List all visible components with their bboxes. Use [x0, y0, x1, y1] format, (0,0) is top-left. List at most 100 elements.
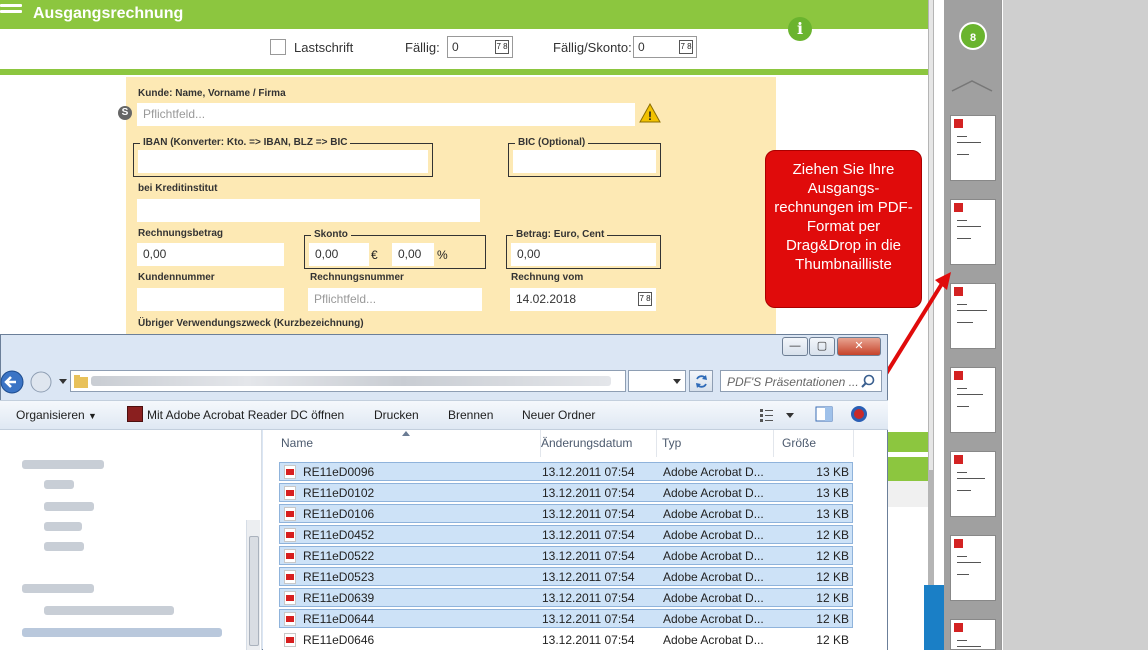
help-icon[interactable]	[850, 405, 868, 423]
file-size: 12 KB	[816, 528, 849, 542]
folder-icon	[74, 375, 88, 388]
search-input[interactable]: PDF'S Präsentationen ...	[720, 370, 882, 392]
file-name: RE11eD0646	[303, 633, 375, 647]
rechnungsbetrag-input[interactable]: 0,00	[137, 243, 284, 266]
pdf-file-icon	[284, 570, 296, 584]
rechnung-vom-label: Rechnung vom	[511, 272, 584, 283]
file-row[interactable]: RE11eD0644 13.12.2011 07:54 Adobe Acrobat …	[279, 609, 853, 628]
file-row[interactable]: RE11eD0639 13.12.2011 07:54 Adobe Acrobat …	[279, 588, 853, 607]
file-size: 12 KB	[816, 591, 849, 605]
skonto-pct-unit: %	[437, 248, 448, 262]
file-type: Adobe Acrobat D...	[663, 486, 764, 500]
file-date: 13.12.2011 07:54	[542, 507, 635, 521]
file-size: 13 KB	[816, 486, 849, 500]
column-header-type[interactable]: Typ	[654, 430, 774, 457]
print-button[interactable]: Drucken	[374, 408, 419, 422]
pdf-file-icon	[284, 549, 296, 563]
betrag-input[interactable]: 0,00	[511, 243, 656, 266]
file-list[interactable]: Name Änderungsdatum Typ Größe RE11eD0096…	[263, 430, 887, 650]
column-header-size[interactable]: Größe	[774, 430, 854, 457]
pdf-thumbnail[interactable]	[950, 283, 996, 349]
pdf-thumbnail[interactable]	[950, 367, 996, 433]
forward-icon[interactable]	[30, 371, 52, 393]
kreditinstitut-input[interactable]	[137, 199, 480, 222]
chevron-down-icon	[673, 379, 681, 384]
file-type: Adobe Acrobat D...	[663, 549, 764, 563]
pdf-thumbnail[interactable]	[950, 115, 996, 181]
view-options-icon[interactable]	[760, 408, 800, 422]
file-row[interactable]: RE11eD0523 13.12.2011 07:54 Adobe Acrobat …	[279, 567, 853, 586]
file-row[interactable]: RE11eD0106 13.12.2011 07:54 Adobe Acrobat …	[279, 504, 853, 523]
file-size: 13 KB	[816, 465, 849, 479]
warning-glyph: !	[648, 109, 652, 123]
refresh-button[interactable]	[689, 370, 713, 392]
history-dropdown-icon	[59, 379, 67, 384]
file-size: 12 KB	[816, 612, 849, 626]
sort-ascending-icon	[402, 431, 410, 436]
pdf-file-icon	[284, 507, 296, 521]
kundennummer-label: Kundennummer	[138, 272, 215, 283]
close-button[interactable]: ✕	[837, 337, 881, 356]
minimize-button[interactable]: —	[782, 337, 808, 356]
calendar-icon[interactable]: 7 8	[638, 292, 652, 306]
info-icon[interactable]: i	[788, 17, 812, 41]
address-bar[interactable]	[70, 370, 626, 392]
pdf-thumbnail[interactable]	[950, 451, 996, 517]
kunde-search-icon[interactable]: S	[118, 106, 132, 120]
file-row[interactable]: RE11eD0452 13.12.2011 07:54 Adobe Acrobat …	[279, 525, 853, 544]
faellig-stepper-icon[interactable]: 7 8	[495, 40, 509, 54]
lastschrift-checkbox[interactable]	[270, 39, 286, 55]
skonto-pct-input[interactable]: 0,00	[392, 243, 434, 266]
file-row[interactable]: RE11eD0522 13.12.2011 07:54 Adobe Acrobat …	[279, 546, 853, 565]
file-name: RE11eD0523	[303, 570, 375, 584]
file-name: RE11eD0522	[303, 549, 375, 563]
file-row[interactable]: RE11eD0102 13.12.2011 07:54 Adobe Acrobat …	[279, 483, 853, 502]
file-type: Adobe Acrobat D...	[663, 507, 764, 521]
navigation-scrollbar-thumb[interactable]	[249, 536, 259, 646]
new-folder-button[interactable]: Neuer Ordner	[522, 408, 595, 422]
file-row[interactable]: RE11eD0096 13.12.2011 07:54 Adobe Acrobat …	[279, 462, 853, 481]
file-size: 12 KB	[816, 570, 849, 584]
search-icon[interactable]	[861, 374, 875, 388]
pdf-thumbnail[interactable]	[950, 199, 996, 265]
file-row[interactable]: RE11eD0646 13.12.2011 07:54 Adobe Acrobat …	[279, 630, 853, 649]
background-green-band	[888, 457, 928, 481]
faellig-skonto-input[interactable]: 0 7 8	[633, 36, 697, 58]
faellig-value: 0	[452, 40, 459, 54]
kundennummer-input[interactable]	[137, 288, 284, 311]
rechnungsnummer-input[interactable]: Pflichtfeld...	[308, 288, 482, 311]
pdf-file-icon	[284, 591, 296, 605]
navigation-pane[interactable]	[0, 430, 262, 650]
open-with-acrobat-button[interactable]: Mit Adobe Acrobat Reader DC öffnen	[147, 408, 344, 422]
kunde-input[interactable]: Pflichtfeld...	[137, 103, 635, 126]
preview-pane-icon[interactable]	[815, 406, 833, 422]
address-dropdown[interactable]	[628, 370, 686, 392]
file-name: RE11eD0639	[303, 591, 375, 605]
pdf-thumbnail[interactable]	[950, 619, 996, 650]
iban-input[interactable]	[138, 150, 428, 173]
faellig-label: Fällig:	[405, 40, 440, 55]
rechnung-vom-input[interactable]: 14.02.2018 7 8	[510, 288, 656, 311]
kreditinstitut-label: bei Kreditinstitut	[138, 183, 218, 194]
pdf-thumbnail[interactable]	[950, 535, 996, 601]
pdf-file-icon	[284, 528, 296, 542]
side-blue-tab[interactable]	[924, 585, 944, 650]
organize-button[interactable]: Organisieren ▼	[16, 408, 97, 422]
menu-icon[interactable]	[0, 4, 22, 18]
pdf-file-icon	[284, 465, 296, 479]
bic-input[interactable]	[513, 150, 656, 173]
file-type: Adobe Acrobat D...	[663, 570, 764, 584]
skonto-label: Skonto	[311, 229, 351, 240]
thumbnail-scroll-up-icon[interactable]	[950, 80, 994, 92]
faellig-skonto-stepper-icon[interactable]: 7 8	[679, 40, 693, 54]
pdf-file-icon	[284, 486, 296, 500]
column-header-date[interactable]: Änderungsdatum	[533, 430, 657, 457]
skonto-eur-input[interactable]: 0,00	[309, 243, 369, 266]
maximize-button[interactable]: ▢	[809, 337, 835, 356]
file-date: 13.12.2011 07:54	[542, 633, 635, 647]
file-name: RE11eD0452	[303, 528, 375, 542]
burn-button[interactable]: Brennen	[448, 408, 493, 422]
navigation-scrollbar[interactable]	[246, 520, 260, 650]
faellig-input[interactable]: 0 7 8	[447, 36, 513, 58]
faellig-skonto-label: Fällig/Skonto:	[553, 40, 632, 55]
